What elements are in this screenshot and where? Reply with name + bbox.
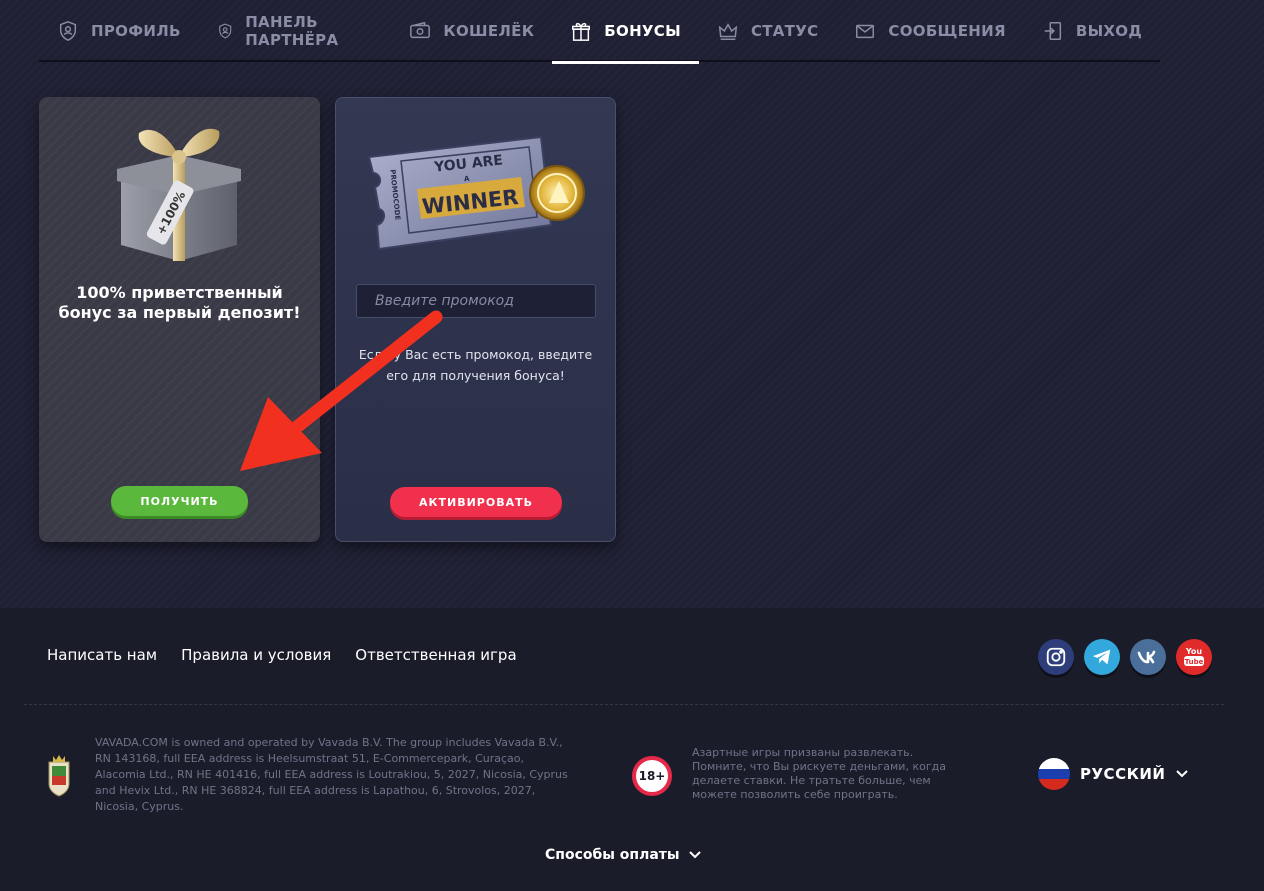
tab-bonuses[interactable]: БОНУСЫ bbox=[552, 0, 699, 64]
promocode-input[interactable] bbox=[356, 284, 596, 318]
instagram-icon[interactable] bbox=[1038, 639, 1074, 675]
chevron-down-icon bbox=[688, 851, 701, 859]
footer-links: Написать нам Правила и условия Ответстве… bbox=[47, 646, 517, 664]
age-restriction-badge: 18+ bbox=[632, 756, 672, 796]
welcome-bonus-title: 100% приветственный бонус за первый депо… bbox=[58, 283, 301, 322]
tab-wallet-label: КОШЕЛЁК bbox=[443, 22, 535, 40]
envelope-icon bbox=[856, 24, 875, 39]
shield-user-icon bbox=[218, 23, 231, 39]
logout-icon bbox=[1044, 22, 1061, 40]
tab-bonuses-label: БОНУСЫ bbox=[604, 22, 681, 40]
tab-status[interactable]: СТАТУС bbox=[699, 0, 836, 62]
vk-icon[interactable] bbox=[1130, 639, 1166, 675]
promocode-card: YOU ARE A WINNER PROMOCODE Если у Вас ес… bbox=[335, 97, 616, 542]
terms-link[interactable]: Правила и условия bbox=[181, 646, 331, 664]
payment-methods-toggle[interactable]: Способы оплаты bbox=[545, 847, 702, 863]
tab-logout[interactable]: ВЫХОД bbox=[1024, 0, 1160, 62]
language-selector[interactable]: РУССКИЙ bbox=[1038, 758, 1189, 790]
gift-icon bbox=[572, 22, 591, 41]
tab-messages-label: СООБЩЕНИЯ bbox=[888, 22, 1006, 40]
promocode-hint: Если у Вас есть промокод, введите его дл… bbox=[358, 347, 593, 383]
tab-wallet[interactable]: КОШЕЛЁК bbox=[391, 0, 552, 62]
tab-partner-panel[interactable]: ПАНЕЛЬ ПАРТНЁРА bbox=[199, 0, 392, 62]
shield-user-icon bbox=[59, 21, 77, 41]
responsible-gaming-link[interactable]: Ответственная игра bbox=[355, 646, 516, 664]
tab-partner-panel-label: ПАНЕЛЬ ПАРТНЁРА bbox=[245, 13, 339, 49]
account-nav: ПРОФИЛЬ ПАНЕЛЬ ПАРТНЁРА КОШЕЛЁК БОНУСЫ С… bbox=[39, 0, 1160, 64]
svg-text:Tube: Tube bbox=[1185, 658, 1204, 666]
winner-ticket-image: YOU ARE A WINNER PROMOCODE bbox=[367, 135, 585, 251]
gift-box-image: +100% bbox=[117, 128, 241, 261]
wallet-icon bbox=[410, 21, 431, 39]
svg-text:You: You bbox=[1185, 647, 1203, 656]
crown-icon bbox=[718, 23, 738, 40]
chevron-down-icon bbox=[1176, 770, 1189, 778]
get-bonus-button[interactable]: ПОЛУЧИТЬ bbox=[111, 486, 248, 516]
tab-profile-label: ПРОФИЛЬ bbox=[91, 22, 181, 40]
language-label: РУССКИЙ bbox=[1080, 765, 1166, 783]
responsible-gambling-note: Азартные игры призваны развлекать. Помни… bbox=[692, 746, 946, 801]
site-footer: Написать нам Правила и условия Ответстве… bbox=[0, 608, 1264, 891]
payment-methods-label: Способы оплаты bbox=[545, 847, 680, 863]
tab-profile[interactable]: ПРОФИЛЬ bbox=[39, 0, 199, 62]
legal-text: VAVADA.COM is owned and operated by Vava… bbox=[95, 736, 568, 813]
social-links: You Tube bbox=[1038, 639, 1212, 675]
youtube-icon[interactable]: You Tube bbox=[1176, 639, 1212, 675]
telegram-icon[interactable] bbox=[1084, 639, 1120, 675]
russian-flag-icon bbox=[1038, 758, 1070, 790]
footer-divider bbox=[24, 704, 1224, 705]
contact-us-link[interactable]: Написать нам bbox=[47, 646, 157, 664]
welcome-bonus-card: +100% 100% приветственный бонус за первы… bbox=[39, 97, 320, 542]
activate-button[interactable]: АКТИВИРОВАТЬ bbox=[390, 487, 562, 517]
tab-messages[interactable]: СООБЩЕНИЯ bbox=[836, 0, 1023, 62]
tab-status-label: СТАТУС bbox=[750, 22, 819, 40]
tab-logout-label: ВЫХОД bbox=[1075, 22, 1142, 40]
license-seal-icon bbox=[48, 755, 70, 797]
